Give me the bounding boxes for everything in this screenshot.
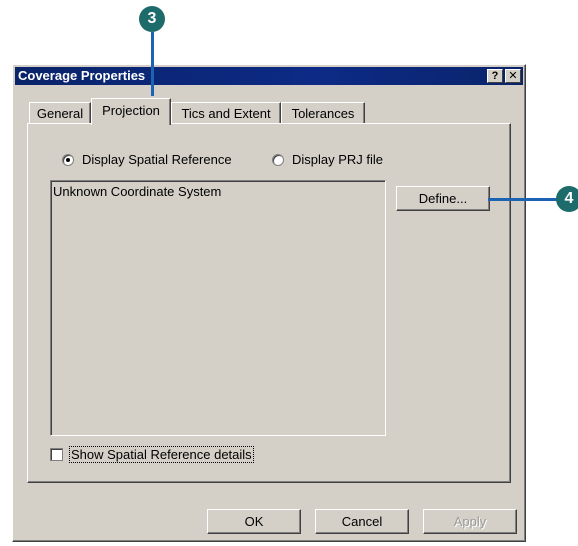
show-details-row[interactable]: Show Spatial Reference details: [50, 446, 254, 463]
ok-button[interactable]: OK: [207, 509, 301, 534]
show-details-label: Show Spatial Reference details: [69, 446, 254, 463]
dialog-title: Coverage Properties: [18, 68, 146, 83]
radio-label-prj: Display PRJ file: [292, 152, 384, 167]
callout-4-badge: 4: [556, 186, 578, 212]
coordinate-system-text: Unknown Coordinate System: [53, 184, 222, 199]
callout-4-leader-line: [488, 198, 560, 201]
tab-tics-and-extent[interactable]: Tics and Extent: [171, 102, 281, 124]
coverage-properties-dialog: Coverage Properties ? ✕ General Projecti…: [12, 64, 526, 542]
help-button[interactable]: ?: [487, 69, 503, 83]
callout-3-badge: 3: [139, 6, 165, 32]
radio-display-spatial-reference[interactable]: Display Spatial Reference: [62, 152, 232, 167]
radio-button-selected[interactable]: [62, 153, 74, 166]
tab-general[interactable]: General: [29, 102, 91, 124]
spatial-reference-listbox[interactable]: Unknown Coordinate System: [50, 180, 386, 436]
apply-button[interactable]: Apply: [423, 509, 517, 534]
callout-3-leader-line: [151, 32, 154, 96]
tab-projection[interactable]: Projection: [91, 98, 171, 125]
define-button[interactable]: Define...: [396, 186, 490, 211]
cancel-button[interactable]: Cancel: [315, 509, 409, 534]
radio-label-spatial: Display Spatial Reference: [82, 152, 232, 167]
tab-tolerances[interactable]: Tolerances: [281, 102, 365, 124]
projection-panel: Display Spatial Reference Display PRJ fi…: [27, 123, 511, 483]
close-icon: ✕: [508, 70, 518, 82]
close-button[interactable]: ✕: [505, 69, 521, 83]
radio-button-unselected[interactable]: [272, 153, 284, 166]
title-bar[interactable]: Coverage Properties ? ✕: [15, 67, 523, 85]
radio-display-prj-file[interactable]: Display PRJ file: [272, 152, 383, 167]
show-details-checkbox[interactable]: [50, 448, 63, 461]
